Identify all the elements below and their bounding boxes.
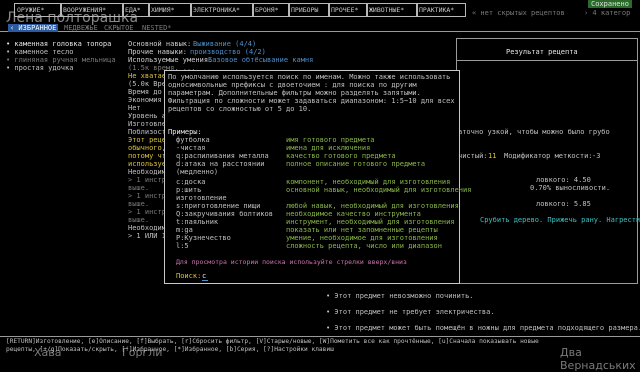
search-history-hint: Для просмотра истории поиска используйте… bbox=[176, 258, 407, 266]
example-desc: имя готового предмета bbox=[286, 136, 375, 144]
subtab-hidden[interactable]: СКРЫТОЕ bbox=[104, 24, 134, 32]
watermark-bottom-right: Два Вернадських bbox=[560, 346, 636, 372]
primary-skill-value: Выживание (4/4) bbox=[193, 40, 257, 48]
result-title-divider bbox=[456, 60, 637, 61]
footer-keys-line2: рецепты, [+/g]Показать/скрыть, [!]Избран… bbox=[6, 346, 334, 353]
help-intro: Фильтрация по сложности может задаваться… bbox=[168, 97, 455, 105]
result-row: 0.70% выносливости. bbox=[530, 184, 611, 192]
example-desc: основной навык, необходимый для изготовл… bbox=[286, 186, 472, 194]
other-skills-label: Прочие навыки: bbox=[128, 48, 188, 56]
uses-label: Используемые умения: bbox=[128, 56, 213, 64]
example-key: q:распиливания металла bbox=[176, 152, 269, 160]
calories-label: чистый: bbox=[458, 152, 488, 160]
example-key: -чистая bbox=[176, 144, 206, 152]
example-desc: полное описание готового предмета bbox=[286, 160, 426, 168]
recipe-item[interactable]: • каменное тесло bbox=[6, 48, 73, 56]
example-key: футболка bbox=[176, 136, 210, 144]
example-key: t:паяльник bbox=[176, 218, 219, 226]
example-desc: инструмент, необходимый для изготовления bbox=[286, 218, 455, 226]
tab-practice[interactable]: ПРАКТИКА* bbox=[416, 3, 466, 17]
accuracy-mod-label: Модификатор меткости: bbox=[504, 152, 593, 160]
category-count: › 4 категор bbox=[584, 9, 631, 17]
example-key: m:ga bbox=[176, 226, 193, 234]
tab-armaments[interactable]: ВООРУЖЕНИЯ* bbox=[60, 3, 124, 17]
recipe-item[interactable]: • простая удочка bbox=[6, 64, 73, 72]
help-intro: По умолчанию используется поиск по имена… bbox=[168, 73, 451, 81]
tab-animals[interactable]: ЖИВОТНЫЕ* bbox=[366, 3, 418, 17]
example-key: p:шить bbox=[176, 186, 202, 194]
detail-line: Нет bbox=[128, 104, 141, 112]
help-intro: параметрам. Дополнительные фильтры можно… bbox=[168, 89, 421, 97]
result-text: аточно узкой, чтобы можно было грубо bbox=[458, 128, 610, 136]
example-desc: любой навык, необходимый для изготовлени… bbox=[286, 202, 459, 210]
example-desc: необходимое качество инструмента bbox=[286, 210, 421, 218]
tab-devices[interactable]: ПРИБОРЫ bbox=[288, 3, 330, 17]
example-desc: имена для исключения bbox=[286, 144, 371, 152]
calories-value: 11 bbox=[488, 152, 497, 160]
result-row: ловкого: 5.85 bbox=[536, 200, 591, 208]
example-desc: качество готового предмета bbox=[286, 152, 396, 160]
footer-divider bbox=[0, 336, 640, 337]
example-key: l:5 bbox=[176, 242, 189, 250]
accuracy-mod-value: -3 bbox=[592, 152, 601, 160]
detail-line: выше. bbox=[128, 184, 150, 192]
subtab-bear[interactable]: МЕДВЕЖЬЕ bbox=[64, 24, 98, 32]
detail-line: выше. bbox=[128, 200, 150, 208]
example-key: Q:закручивания болтиков bbox=[176, 210, 273, 218]
help-intro: рецептов со сложностью от 5 до 10. bbox=[168, 105, 312, 113]
note-sheath: • Этот предмет может быть помещён в ножн… bbox=[326, 324, 640, 332]
hidden-recipes-status: « нет скрытых рецептов bbox=[472, 9, 565, 17]
example-desc: показать или нет запомненные рецепты bbox=[286, 226, 438, 234]
result-row: ловкого: 4.50 bbox=[536, 176, 591, 184]
example-key: изготовление bbox=[176, 194, 227, 202]
tab-food[interactable]: ЕДА* bbox=[122, 3, 150, 17]
other-skills-value: производство (4/2) bbox=[190, 48, 266, 56]
tab-armor[interactable]: БРОНЯ* bbox=[252, 3, 290, 17]
examples-title: Примеры: bbox=[168, 128, 202, 136]
example-desc: компонент, необходимый для изготовления bbox=[286, 178, 451, 186]
tab-weapons[interactable]: ОРУЖИЕ* bbox=[14, 3, 62, 17]
example-key: P:Кузнечество bbox=[176, 234, 231, 242]
example-key: d:атака на расстоянии bbox=[176, 160, 265, 168]
note-unrepairable: • Этот предмет невозможно починить. bbox=[326, 292, 474, 300]
example-key: (медленно) bbox=[176, 168, 219, 176]
search-input[interactable]: c bbox=[202, 272, 208, 281]
result-flavor: Срубить дерево. Прижечь рану. Нагрести bbox=[480, 216, 640, 224]
example-desc: сложность рецепта, число или диапазон bbox=[286, 242, 442, 250]
recipe-item[interactable]: • каменная головка топора bbox=[6, 40, 111, 48]
saved-badge: Сохранено bbox=[588, 0, 632, 8]
example-key: s:приготовление пищи bbox=[176, 202, 261, 210]
uses-value: Базовое обтёсывание камня bbox=[208, 56, 314, 64]
tab-other[interactable]: ПРОЧЕЕ* bbox=[328, 3, 368, 17]
tab-electronics[interactable]: ЭЛЕКТРОНИКА* bbox=[190, 3, 254, 17]
help-intro: односимвольные префиксы с двоеточием : д… bbox=[168, 81, 417, 89]
recipe-item[interactable]: • глиняная ручная мельница bbox=[6, 56, 116, 64]
example-desc: умение, необходимое для изготовления bbox=[286, 234, 438, 242]
footer-keys-line1: [RETURN]Изготовление, [e]Описание, [f]Вы… bbox=[6, 338, 539, 345]
subtab-nested[interactable]: NESTED* bbox=[142, 24, 172, 32]
tab-chemistry[interactable]: ХИМИЯ* bbox=[148, 3, 192, 17]
example-key: c:доска bbox=[176, 178, 206, 186]
result-panel bbox=[456, 38, 638, 284]
result-panel-title: Результат рецепта bbox=[506, 48, 578, 56]
detail-line: > 1 ИЛИ 1 bbox=[128, 232, 166, 240]
subtab-favorites[interactable]: ‹ ИЗБРАННОЕ bbox=[8, 24, 59, 32]
note-no-electricity: • Этот предмет не требует электричества. bbox=[326, 308, 495, 316]
detail-line: выше. bbox=[128, 216, 150, 224]
primary-skill-label: Основной навык: bbox=[128, 40, 192, 48]
search-label: Поиск: bbox=[176, 272, 202, 280]
